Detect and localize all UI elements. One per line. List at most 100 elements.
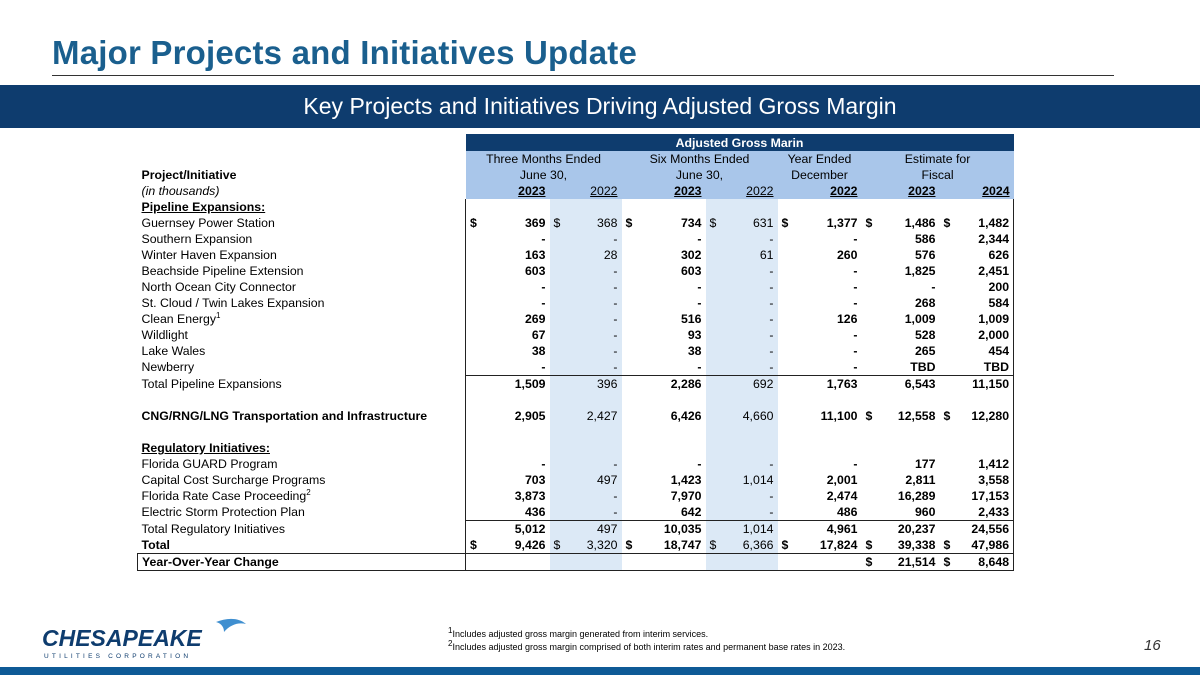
blank-cell [465, 424, 550, 440]
blank-cell [622, 199, 706, 215]
col-group-three-months-line2: June 30, [465, 167, 622, 183]
value-cell: - [549, 343, 622, 359]
value-cell: TBD [910, 360, 936, 374]
col-group-year-ended-line1: Year Ended [777, 151, 862, 167]
value-cell: $12,280 [939, 408, 1015, 424]
bird-icon [216, 618, 246, 632]
year-col-3: 2023 [621, 183, 706, 199]
value-cell: $6,366 [705, 537, 778, 554]
label-header: Project/Initiative [141, 168, 237, 182]
value-cell: 17,153 [939, 488, 1015, 504]
value-cell: 603 [465, 263, 550, 279]
pipeline-row: Newberry - - - - - TBD TBD [138, 359, 1015, 376]
value-cell: 3,558 [939, 472, 1015, 488]
value-cell: 269 [465, 311, 550, 327]
spacer-row [138, 424, 1015, 440]
footnote-1: 1Includes adjusted gross margin generate… [448, 626, 709, 640]
blank-cell [705, 392, 778, 408]
value-cell: 1,014 [705, 520, 778, 537]
value-cell: - [465, 279, 550, 295]
value-cell [777, 553, 862, 571]
value-cell: 497 [549, 520, 622, 537]
value-cell: 1,423 [670, 473, 702, 487]
row-label: CNG/RNG/LNG Transportation and Infrastru… [141, 409, 428, 423]
value-cell: - [931, 280, 936, 294]
value-cell: - [853, 457, 858, 471]
blank-cell [465, 199, 550, 215]
value-cell: 4,961 [777, 520, 862, 537]
value-cell: - [549, 488, 622, 504]
value-cell: - [697, 457, 702, 471]
blank-cell [705, 424, 778, 440]
value-cell: 11,100 [820, 409, 858, 423]
value-cell: 1,825 [904, 264, 936, 278]
row-label: Year-Over-Year Change [137, 553, 466, 571]
chesapeake-logo: CHESAPEAKE UTILITIES CORPORATION [42, 618, 246, 660]
value-cell: 7,970 [670, 489, 702, 503]
regulatory-total-row: Total Regulatory Initiatives 5,012 497 10,0… [138, 520, 1015, 537]
value-cell: 200 [939, 279, 1015, 295]
value-cell: - [705, 231, 778, 247]
value-cell: - [549, 359, 622, 376]
value-cell: - [465, 456, 550, 472]
footnote-2: 2Includes adjusted gross margin comprise… [448, 639, 846, 653]
value-cell: - [853, 344, 858, 358]
blank-cell [862, 440, 940, 456]
value-cell: 1,009 [904, 312, 936, 326]
value-cell [705, 553, 778, 571]
pipeline-row: Lake Wales 38-38- -265 454 [138, 343, 1015, 359]
value-cell: - [705, 504, 778, 521]
cng-row: CNG/RNG/LNG Transportation and Infrastru… [138, 408, 1015, 424]
value-cell: - [465, 359, 550, 376]
section-banner: Key Projects and Initiatives Driving Adj… [0, 85, 1200, 128]
value-cell: - [697, 280, 702, 294]
value-cell: 486 [836, 505, 858, 519]
value-cell [621, 553, 706, 571]
value-cell: 1,763 [777, 375, 862, 392]
value-cell: 163 [465, 247, 550, 263]
row-label: Guernsey Power Station [141, 216, 275, 230]
value-cell: 2,811 [905, 473, 936, 487]
value-cell: $1,486 [865, 216, 936, 230]
value-cell: - [705, 295, 778, 311]
value-cell: 1,014 [705, 472, 778, 488]
value-cell: - [705, 263, 778, 279]
value-cell: 38 [465, 343, 550, 359]
col-group-estimate-line2: Fiscal [861, 167, 1014, 183]
row-label: North Ocean City Connector [141, 280, 296, 294]
value-cell: 4,660 [705, 408, 778, 424]
value-cell: $9,426 [465, 537, 550, 554]
footer-bar [0, 667, 1200, 675]
value-cell: - [549, 279, 622, 295]
value-cell: 67 [465, 327, 550, 343]
blank-cell [549, 392, 622, 408]
label-subheader: (in thousands) [141, 184, 220, 198]
blank-cell [622, 392, 706, 408]
value-cell: 586 [914, 232, 936, 246]
value-cell: 6,426 [670, 409, 702, 423]
value-cell: 2,433 [939, 504, 1015, 521]
blank-cell [549, 440, 622, 456]
value-cell: - [705, 456, 778, 472]
pipeline-row: St. Cloud / Twin Lakes Expansion - - - - -268… [138, 295, 1015, 311]
col-group-three-months-line1: Three Months Ended [465, 151, 622, 167]
grand-total-row: Total $9,426 $3,320 $18,747 $6,366 $17,824 $39… [138, 537, 1015, 554]
year-col-7: 2024 [939, 183, 1014, 199]
value-cell: 1,412 [939, 456, 1015, 472]
value-cell: 497 [549, 472, 622, 488]
blank-cell [705, 199, 778, 215]
value-cell: - [549, 456, 622, 472]
value-cell: $17,824 [781, 538, 858, 552]
blank-cell [862, 199, 940, 215]
row-label: Lake Wales [141, 344, 206, 358]
value-cell: 126 [836, 312, 858, 326]
value-cell: - [465, 231, 550, 247]
value-cell: 5,012 [465, 520, 550, 537]
value-cell: - [853, 328, 858, 342]
year-col-6: 2023 [861, 183, 940, 199]
value-cell: $734 [625, 216, 702, 230]
value-cell: 38 [687, 344, 702, 358]
value-cell: 1,009 [939, 311, 1015, 327]
value-cell: - [465, 295, 550, 311]
col-group-estimate-line1: Estimate for [861, 151, 1014, 167]
